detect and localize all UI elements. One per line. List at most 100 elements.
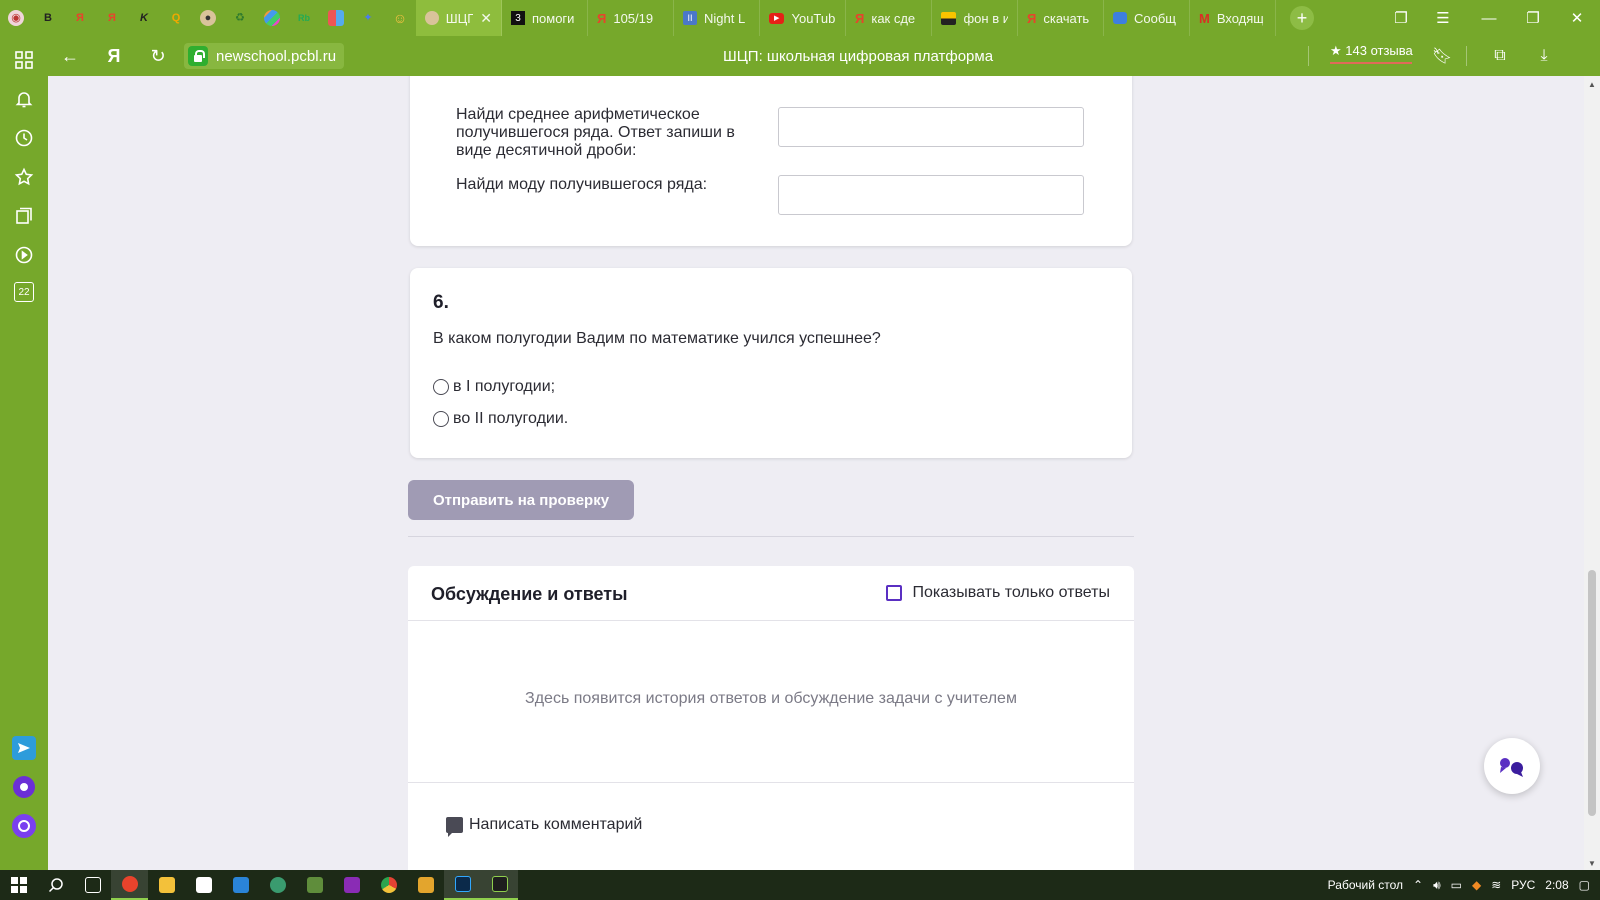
globe-app-icon[interactable] xyxy=(259,870,296,900)
download-icon[interactable]: ⤓ xyxy=(1524,36,1564,76)
play-icon[interactable] xyxy=(12,243,36,267)
history-clock-icon[interactable] xyxy=(12,126,36,150)
reviews-badge[interactable]: ★ 143 отзыва xyxy=(1330,43,1413,59)
pinned-tab[interactable]: ✦ xyxy=(352,0,384,36)
extensions-icon[interactable]: ⧉ xyxy=(1480,36,1520,76)
photoshop-icon[interactable] xyxy=(444,870,481,900)
pinned-tab[interactable] xyxy=(256,0,288,36)
bell-icon[interactable] xyxy=(12,87,36,111)
pinned-tab[interactable] xyxy=(320,0,352,36)
yandex-browser-taskbar-icon[interactable] xyxy=(111,870,148,900)
radio-button[interactable] xyxy=(433,379,449,395)
close-window-icon[interactable]: ✕ xyxy=(1554,0,1600,36)
back-button[interactable]: ← xyxy=(48,36,92,76)
restore-icon[interactable]: ❐ xyxy=(1510,0,1556,36)
onenote-icon[interactable] xyxy=(333,870,370,900)
alice-music-icon[interactable] xyxy=(13,776,35,798)
tabs-overview-icon[interactable]: ❐ xyxy=(1378,0,1424,36)
minimize-icon[interactable]: — xyxy=(1466,0,1512,36)
pinned-tab[interactable]: Q xyxy=(160,0,192,36)
show-only-answers-toggle[interactable]: Показывать только ответы xyxy=(886,584,1110,602)
submit-for-check-button[interactable]: Отправить на проверку xyxy=(408,480,634,520)
mail-icon[interactable] xyxy=(222,870,259,900)
pinned-tab[interactable]: ● xyxy=(192,0,224,36)
tab-pomogi[interactable]: 3 помоги xyxy=(502,0,588,36)
write-comment-button[interactable]: Написать комментарий xyxy=(446,816,642,837)
pinned-tab[interactable]: Я xyxy=(96,0,128,36)
option-second-half[interactable]: во II полугодии. xyxy=(433,410,568,428)
option-first-half[interactable]: в I полугодии; xyxy=(433,378,555,396)
yandex-icon: Я xyxy=(855,10,865,26)
alice-icon[interactable] xyxy=(12,814,36,838)
search-icon[interactable] xyxy=(37,870,74,900)
tab-fon[interactable]: фон в и xyxy=(932,0,1018,36)
store-icon[interactable] xyxy=(185,870,222,900)
calendar-icon[interactable]: 22 xyxy=(14,282,34,302)
tab-soobsh[interactable]: Сообщ xyxy=(1104,0,1190,36)
volume-icon[interactable]: 🔊︎ xyxy=(1433,878,1441,893)
lock-icon xyxy=(188,46,208,66)
pinned-tab[interactable]: K xyxy=(128,0,160,36)
pinned-tab[interactable]: B xyxy=(32,0,64,36)
file-explorer-icon[interactable] xyxy=(148,870,185,900)
tab-night[interactable]: II Night L xyxy=(674,0,760,36)
discussion-title: Обсуждение и ответы xyxy=(431,584,628,604)
start-button[interactable] xyxy=(0,870,37,900)
chrome-icon[interactable] xyxy=(370,870,407,900)
bookmark-icon[interactable]: 🔖︎ xyxy=(1422,36,1462,76)
yandex-home-button[interactable]: Я xyxy=(92,36,136,76)
yandex-avatar-tab[interactable]: ◉ xyxy=(0,0,32,36)
menu-icon[interactable]: ☰ xyxy=(1420,0,1466,36)
scroll-thumb[interactable] xyxy=(1588,570,1596,816)
recycle-icon: ♻ xyxy=(235,12,245,24)
rb-icon: Rb xyxy=(298,13,310,23)
app-icon[interactable] xyxy=(481,870,518,900)
tab-skachat[interactable]: Я скачать xyxy=(1018,0,1104,36)
desktop-label[interactable]: Рабочий стол xyxy=(1328,878,1403,892)
windows-taskbar: Рабочий стол ⌃ 🔊︎ ▭ ◆ ≋ РУС 2:08 ▢ xyxy=(0,870,1600,900)
bold-b-icon: B xyxy=(44,12,52,24)
reload-button[interactable]: ↻ xyxy=(136,36,180,76)
chevron-up-icon[interactable]: ⌃ xyxy=(1413,878,1423,892)
task-number: 6. xyxy=(433,292,449,313)
tab-youtube[interactable]: ▶ YouTub xyxy=(760,0,846,36)
url-field[interactable]: newschool.pcbl.ru xyxy=(184,43,345,69)
messenger-icon[interactable] xyxy=(12,736,36,760)
clock[interactable]: 2:08 xyxy=(1545,878,1568,892)
fox-icon[interactable]: ◆ xyxy=(1472,878,1481,892)
minecraft-icon[interactable] xyxy=(296,870,333,900)
task-view-icon[interactable] xyxy=(74,870,111,900)
scroll-up-icon[interactable]: ▲ xyxy=(1588,80,1596,89)
gmail-icon: M xyxy=(1199,10,1210,26)
collections-icon[interactable] xyxy=(12,204,36,228)
mode-answer-input[interactable] xyxy=(778,175,1084,215)
scroll-down-icon[interactable]: ▼ xyxy=(1588,859,1596,868)
page-scrollbar[interactable]: ▲ ▼ xyxy=(1584,76,1600,870)
new-tab-button[interactable]: + xyxy=(1290,6,1314,30)
radio-button[interactable] xyxy=(433,411,449,427)
pinned-tab[interactable]: Я xyxy=(64,0,96,36)
tab-105-19[interactable]: Я 105/19 xyxy=(588,0,674,36)
chat-support-button[interactable] xyxy=(1484,738,1540,794)
pinned-tab[interactable]: ☺ xyxy=(384,0,416,36)
battery-icon[interactable]: ▭ xyxy=(1451,878,1462,892)
tab-shcp[interactable]: ШЦП ✕ xyxy=(416,0,502,36)
tab-label: 105/19 xyxy=(613,10,654,26)
mean-answer-input[interactable] xyxy=(778,107,1084,147)
tab-label: как сде xyxy=(871,10,916,26)
apps-grid-icon[interactable] xyxy=(12,48,36,72)
page-title: ШЦП: школьная цифровая платформа xyxy=(722,47,994,65)
tab-close-icon[interactable]: ✕ xyxy=(480,10,492,27)
notifications-icon[interactable]: ▢ xyxy=(1579,878,1590,892)
checkbox[interactable] xyxy=(886,585,903,601)
tab-vhodyash[interactable]: M Входящ xyxy=(1190,0,1276,36)
app-icon[interactable] xyxy=(407,870,444,900)
language-indicator[interactable]: РУС xyxy=(1511,878,1535,892)
pinned-tab[interactable]: Rb xyxy=(288,0,320,36)
wifi-icon[interactable]: ≋ xyxy=(1491,878,1501,892)
tab-label: скачать xyxy=(1043,10,1090,26)
pinned-tab[interactable]: ♻ xyxy=(224,0,256,36)
star-icon[interactable] xyxy=(12,165,36,189)
sparkle-icon: ✦ xyxy=(363,12,373,24)
tab-kak-sde[interactable]: Я как сде xyxy=(846,0,932,36)
